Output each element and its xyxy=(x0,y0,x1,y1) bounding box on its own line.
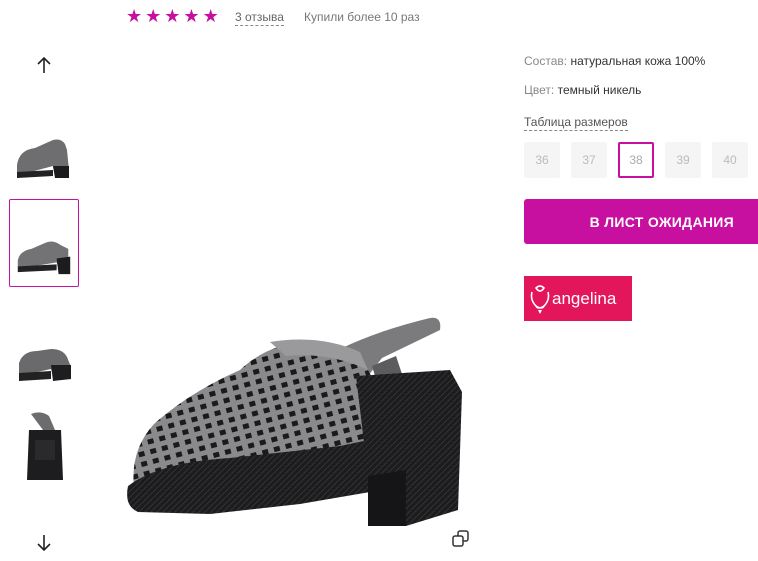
size-option-36[interactable]: 36 xyxy=(524,142,560,178)
size-option-40[interactable]: 40 xyxy=(712,142,748,178)
star-icon: ★ xyxy=(164,6,181,26)
star-icon: ★ xyxy=(126,6,143,26)
reviews-link[interactable]: 3 отзыва xyxy=(235,10,284,26)
angelina-logo-icon: angelina xyxy=(530,285,617,314)
size-table-link[interactable]: Таблица размеров xyxy=(524,115,628,131)
rating-stars: ★ ★ ★ ★ ★ xyxy=(126,7,219,25)
composition-row: Состав: натуральная кожа 100% xyxy=(524,54,705,68)
star-icon: ★ xyxy=(183,6,200,26)
star-icon: ★ xyxy=(202,6,219,26)
gallery-next-button[interactable] xyxy=(30,532,58,554)
gallery-thumbnail-3[interactable] xyxy=(9,305,79,393)
waitlist-button[interactable]: В ЛИСТ ОЖИДАНИЯ xyxy=(524,199,758,244)
color-label: Цвет: xyxy=(524,83,555,97)
gallery-thumbnail-2[interactable] xyxy=(9,199,79,287)
size-option-37[interactable]: 37 xyxy=(571,142,607,178)
gallery-prev-button[interactable] xyxy=(30,54,58,76)
shoe-image-icon xyxy=(127,317,462,526)
brand-logo[interactable]: angelina xyxy=(524,276,632,321)
composition-label: Состав: xyxy=(524,54,568,68)
main-product-image[interactable] xyxy=(120,300,476,536)
star-icon: ★ xyxy=(145,6,162,26)
composition-value: натуральная кожа 100% xyxy=(570,54,706,68)
size-option-39[interactable]: 39 xyxy=(665,142,701,178)
gallery-thumbnail-1[interactable] xyxy=(9,110,79,198)
zoom-icon xyxy=(452,530,469,547)
arrow-up-icon xyxy=(37,56,51,73)
shoe-thumbnail-icon xyxy=(17,139,69,178)
shoe-thumbnail-icon xyxy=(17,241,71,275)
size-option-38[interactable]: 38 xyxy=(618,142,654,178)
zoom-button[interactable] xyxy=(451,529,471,549)
brand-name: angelina xyxy=(552,289,617,308)
gallery-thumbnail-4[interactable] xyxy=(9,400,79,488)
color-value: темный никель xyxy=(557,83,642,97)
color-row: Цвет: темный никель xyxy=(524,83,641,97)
shoe-thumbnail-icon xyxy=(27,412,63,480)
shoe-thumbnail-icon xyxy=(19,349,71,381)
size-selector: 36 37 38 39 40 xyxy=(524,142,748,178)
bought-count: Купили более 10 раз xyxy=(304,10,420,24)
arrow-down-icon xyxy=(37,535,51,552)
